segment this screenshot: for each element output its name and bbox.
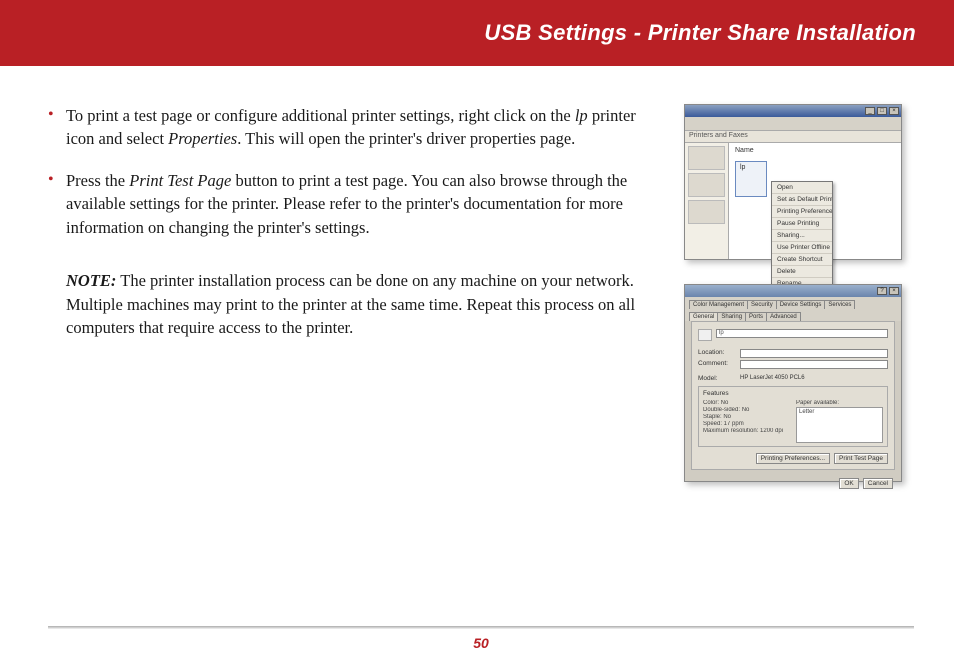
maximize-icon[interactable]: □ xyxy=(877,107,887,115)
window-toolbar xyxy=(685,117,901,131)
footer-divider xyxy=(48,626,914,629)
bullet-dot: • xyxy=(48,169,66,239)
printer-icon-lp[interactable]: lp xyxy=(735,161,767,197)
address-bar: Printers and Faxes xyxy=(685,131,901,143)
location-field[interactable] xyxy=(740,349,888,358)
main-listing: Name lp Open Set as Default Printer Prin… xyxy=(729,143,901,259)
features-left: Color: No Double-sided: No Staple: No Sp… xyxy=(703,399,790,443)
print-test-page-button[interactable]: Print Test Page xyxy=(834,453,888,464)
ctx-delete[interactable]: Delete xyxy=(772,266,832,278)
ctx-pause[interactable]: Pause Printing xyxy=(772,218,832,230)
ctx-shortcut[interactable]: Create Shortcut xyxy=(772,254,832,266)
side-block xyxy=(688,146,725,170)
minimize-icon[interactable]: _ xyxy=(865,107,875,115)
tab-color-management[interactable]: Color Management xyxy=(689,300,748,309)
ctx-set-default[interactable]: Set as Default Printer xyxy=(772,194,832,206)
comment-field[interactable] xyxy=(740,360,888,369)
window-titlebar: _ □ × xyxy=(685,105,901,117)
screenshot-column: _ □ × Printers and Faxes Name lp xyxy=(684,104,914,506)
bullet-item-1: • To print a test page or configure addi… xyxy=(48,104,660,151)
tab-row-1: Color Management Security Device Setting… xyxy=(685,297,901,309)
ctx-preferences[interactable]: Printing Preferences... xyxy=(772,206,832,218)
note-text: The printer installation process can be … xyxy=(66,271,635,337)
side-block xyxy=(688,200,725,224)
screenshot-printers-folder: _ □ × Printers and Faxes Name lp xyxy=(684,104,902,260)
model-label: Model: xyxy=(698,375,740,382)
tab-row-2: General Sharing Ports Advanced xyxy=(685,309,901,321)
ctx-offline[interactable]: Use Printer Offline xyxy=(772,242,832,254)
model-value: HP LaserJet 4050 PCL6 xyxy=(740,375,805,382)
comment-label: Comment: xyxy=(698,360,740,369)
tab-device-settings[interactable]: Device Settings xyxy=(776,300,826,309)
tab-ports[interactable]: Ports xyxy=(745,312,767,321)
ok-button[interactable]: OK xyxy=(839,478,858,489)
bullet-text-1: To print a test page or configure additi… xyxy=(66,104,660,151)
printer-icon xyxy=(698,329,712,341)
content-area: • To print a test page or configure addi… xyxy=(0,66,954,506)
tab-services[interactable]: Services xyxy=(824,300,855,309)
tab-sharing[interactable]: Sharing xyxy=(717,312,746,321)
bullet-text-2: Press the Print Test Page button to prin… xyxy=(66,169,660,239)
tab-advanced[interactable]: Advanced xyxy=(766,312,801,321)
paper-list: Letter xyxy=(796,407,883,443)
close-icon[interactable]: × xyxy=(889,107,899,115)
general-panel: lp Location: Comment: Model: HP LaserJet… xyxy=(691,321,895,470)
tab-security[interactable]: Security xyxy=(747,300,777,309)
text-column: • To print a test page or configure addi… xyxy=(48,104,684,506)
window-body: Name lp Open Set as Default Printer Prin… xyxy=(685,143,901,259)
features-label: Features xyxy=(703,390,883,397)
ctx-sharing[interactable]: Sharing... xyxy=(772,230,832,242)
close-icon[interactable]: × xyxy=(889,287,899,295)
features-right: Paper available: Letter xyxy=(796,399,883,443)
screenshot-properties-dialog: ? × Color Management Security Device Set… xyxy=(684,284,902,482)
bullet-item-2: • Press the Print Test Page button to pr… xyxy=(48,169,660,239)
ctx-open[interactable]: Open xyxy=(772,182,832,194)
location-label: Location: xyxy=(698,349,740,358)
side-panel xyxy=(685,143,729,259)
page-footer: 50 xyxy=(48,626,914,651)
note-label: NOTE: xyxy=(66,271,116,290)
help-icon[interactable]: ? xyxy=(877,287,887,295)
cancel-button[interactable]: Cancel xyxy=(863,478,893,489)
header-bar: USB Settings - Printer Share Installatio… xyxy=(0,0,954,66)
column-header: Name xyxy=(729,143,901,158)
features-group: Features Color: No Double-sided: No Stap… xyxy=(698,386,888,447)
side-block xyxy=(688,173,725,197)
printer-name-field[interactable]: lp xyxy=(716,329,888,338)
page-title: USB Settings - Printer Share Installatio… xyxy=(484,20,916,46)
page-number: 50 xyxy=(48,635,914,651)
tab-general[interactable]: General xyxy=(689,312,718,321)
bullet-dot: • xyxy=(48,104,66,151)
window-titlebar: ? × xyxy=(685,285,901,297)
printing-preferences-button[interactable]: Printing Preferences... xyxy=(756,453,830,464)
note-block: NOTE: The printer installation process c… xyxy=(66,269,660,339)
